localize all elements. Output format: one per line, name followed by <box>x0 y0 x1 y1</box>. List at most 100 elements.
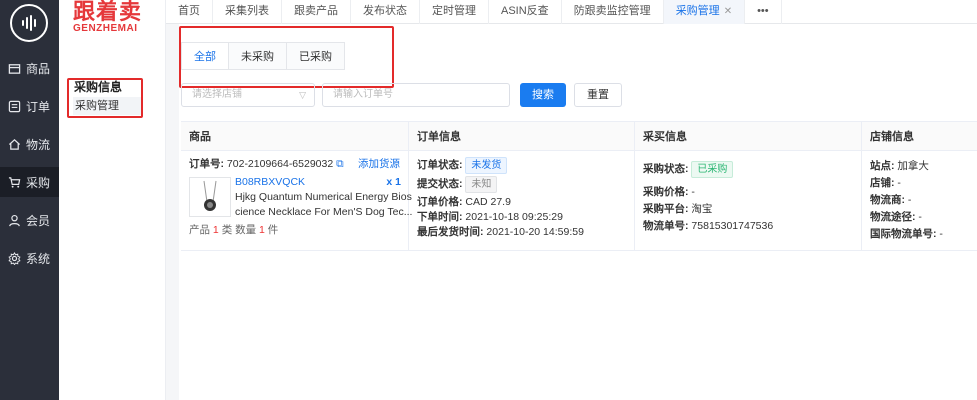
app-logo-icon[interactable] <box>10 4 48 42</box>
order-number-line: 订单号: 702-2109664-6529032 ⧉ 添加货源 <box>189 157 408 172</box>
price-label: 订单价格: <box>417 196 463 208</box>
nav-label: 商品 <box>26 61 51 76</box>
nav-item-products[interactable]: 商品 <box>0 53 59 83</box>
nav-label: 采购 <box>26 175 51 190</box>
nav-item-orders[interactable]: 订单 <box>0 91 59 121</box>
table-header: 商品 订单信息 采买信息 店铺信息 <box>181 121 977 152</box>
highlight-box <box>179 26 394 88</box>
copy-icon[interactable]: ⧉ <box>336 158 344 170</box>
order-time: 2021-10-18 09:25:29 <box>465 211 563 223</box>
box-icon <box>8 63 21 74</box>
summary-qty: 1 <box>259 224 265 236</box>
gear-icon <box>8 251 21 265</box>
list-icon <box>8 100 21 112</box>
order-info-cell: 订单状态: 未发货 提交状态: 未知 订单价格: CAD 27.9 下单时间: … <box>409 151 635 250</box>
product-info: B08RBXVQCK x 1 Hjkg Quantum Numerical En… <box>235 175 412 220</box>
platform-label: 采购平台: <box>643 203 689 215</box>
store-line: 店铺: - <box>870 176 977 191</box>
tracking-line: 物流单号: 75815301747536 <box>643 219 861 234</box>
tab-follow-products[interactable]: 跟卖产品 <box>282 0 351 24</box>
store-select[interactable]: 请选择店铺 ▽ <box>181 83 315 107</box>
tab-monitor[interactable]: 防跟卖监控管理 <box>562 0 664 24</box>
site-label: 站点: <box>870 160 895 172</box>
order-number: 702-2109664-6529032 <box>226 158 334 170</box>
add-source-link[interactable]: 添加货源 <box>358 157 400 172</box>
purchase-panel: 全部 未采购 已采购 请选择店铺 ▽ 请输入订单号 搜索 重置 商品 订单信息 采… <box>179 24 977 400</box>
intl-tracking-line: 国际物流单号: - <box>870 227 977 242</box>
tab-purchase-management[interactable]: 采购管理 ✕ <box>663 0 746 24</box>
reset-button[interactable]: 重置 <box>574 83 622 107</box>
ship-time-label: 最后发货时间: <box>417 226 484 238</box>
tab-asin-lookup[interactable]: ASIN反查 <box>489 0 562 24</box>
brand-name-en: GENZHEMAI <box>73 23 138 34</box>
carrier-line: 物流商: - <box>870 193 977 208</box>
product-title: Hjkg Quantum Numerical Energy Bios <box>235 191 412 203</box>
tab-schedule[interactable]: 定时管理 <box>420 0 489 24</box>
nav-item-logistics[interactable]: 物流 <box>0 129 59 159</box>
page-tabs: 首页 采集列表 跟卖产品 发布状态 定时管理 ASIN反查 防跟卖监控管理 采购… <box>166 0 977 24</box>
carrier: - <box>907 194 912 206</box>
site-line: 站点: 加拿大 <box>870 159 977 174</box>
nav-item-purchase[interactable]: 采购 <box>0 167 59 197</box>
nav-item-system[interactable]: 系统 <box>0 243 59 273</box>
carrier-label: 物流商: <box>870 194 905 206</box>
column-header: 商品 <box>181 122 409 152</box>
price-line: 订单价格: CAD 27.9 <box>417 195 634 210</box>
search-button[interactable]: 搜索 <box>520 83 566 107</box>
order-status-line: 订单状态: 未发货 <box>417 157 634 176</box>
tab-more-button[interactable]: ••• <box>745 0 782 24</box>
status-badge: 未发货 <box>465 157 508 174</box>
order-table: 商品 订单信息 采买信息 店铺信息 订单号: 702-2109664-65290… <box>181 121 977 251</box>
asin-link[interactable]: B08RBXVQCK <box>235 176 305 188</box>
summary-kinds: 1 <box>212 224 219 236</box>
product-cell: 订单号: 702-2109664-6529032 ⧉ 添加货源 B08RBXVQ… <box>181 151 412 250</box>
quantity: x 1 <box>386 176 401 188</box>
status-badge: 未知 <box>465 176 498 193</box>
sub-nav-item-purchase-management[interactable]: 采购管理 <box>73 97 141 115</box>
order-number-label: 订单号: <box>189 158 224 170</box>
nav-item-members[interactable]: 会员 <box>0 205 59 235</box>
sub-nav-title: 采购信息 <box>74 80 123 94</box>
order-time-label: 下单时间: <box>417 211 463 223</box>
platform: 淘宝 <box>691 203 713 215</box>
purchase-price: - <box>691 186 695 198</box>
route-label: 物流途径: <box>870 211 916 223</box>
close-icon[interactable]: ✕ <box>724 6 732 17</box>
ship-time: 2021-10-20 14:59:59 <box>486 226 584 238</box>
nav-label: 物流 <box>26 137 51 152</box>
tab-home[interactable]: 首页 <box>166 0 213 24</box>
brand-name: 跟着卖 <box>73 0 143 25</box>
nav-label: 订单 <box>26 99 51 114</box>
cart-icon <box>8 176 21 188</box>
table-row: 订单号: 702-2109664-6529032 ⧉ 添加货源 B08RBXVQ… <box>181 151 977 251</box>
order-number-input[interactable]: 请输入订单号 <box>322 83 510 107</box>
store-select-placeholder: 请选择店铺 <box>192 89 242 100</box>
tracking-number: 75815301747536 <box>691 220 774 232</box>
tracking-label: 物流单号: <box>643 220 689 232</box>
tab-collection-list[interactable]: 采集列表 <box>213 0 282 24</box>
order-status-label: 订单状态: <box>417 159 463 171</box>
purchase-status-label: 采购状态: <box>643 163 689 175</box>
store: - <box>897 177 901 189</box>
store-info-cell: 站点: 加拿大 店铺: - 物流商: - 物流途径: - 国际物流单号: - <box>862 151 977 250</box>
tab-label: 采购管理 <box>675 5 720 17</box>
intl-tracking-label: 国际物流单号: <box>870 228 937 240</box>
nav-label: 会员 <box>26 213 51 228</box>
purchase-price-line: 采购价格: - <box>643 185 861 200</box>
app: 商品 订单 物流 采购 会员 系统 跟着卖 GENZHEMAI 采购信息 采购管… <box>0 0 977 400</box>
route-line: 物流途径: - <box>870 210 977 225</box>
user-icon <box>9 214 20 226</box>
order-time-line: 下单时间: 2021-10-18 09:25:29 <box>417 210 634 225</box>
chevron-down-icon: ▽ <box>299 90 306 100</box>
tab-publish-status[interactable]: 发布状态 <box>351 0 420 24</box>
nav-label: 系统 <box>26 251 51 266</box>
intl-tracking: - <box>939 228 943 240</box>
column-header: 订单信息 <box>409 122 635 152</box>
route: - <box>918 211 922 223</box>
column-header: 店铺信息 <box>870 131 914 143</box>
order-price: CAD 27.9 <box>465 196 511 208</box>
brand-logo: 跟着卖 GENZHEMAI <box>73 0 163 40</box>
column-header: 采买信息 <box>635 122 862 152</box>
submit-status-label: 提交状态: <box>417 178 463 190</box>
store-label: 店铺: <box>870 177 895 189</box>
